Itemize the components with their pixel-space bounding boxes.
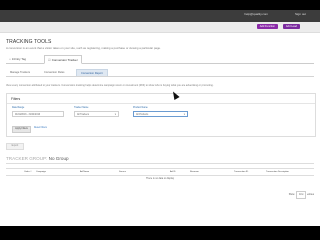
entries-label: entries	[307, 194, 314, 196]
product-name-value: All Products	[136, 114, 149, 116]
signout-link[interactable]: Sign out	[295, 12, 306, 16]
checkbox-icon: ☑	[48, 58, 51, 62]
divider	[7, 103, 315, 104]
tracker-name-select[interactable]: All Trackers ▾	[74, 111, 119, 117]
column-header-transaction-id[interactable]: Transaction ID	[234, 169, 248, 175]
tracker-name-label: Tracker Name	[74, 107, 89, 109]
apply-filters-button[interactable]: Apply Filters	[12, 126, 31, 133]
sub-tabs: Manage Trackers Conversion Rules Convers…	[6, 69, 314, 77]
report-title-value: No Group	[48, 156, 69, 161]
table-header: Order # Campaign Ad Name Source Ad ID Re…	[6, 168, 314, 176]
page-size-control: Show 10 ▾ entries	[288, 191, 314, 199]
report-title: TRACKER GROUP: No Group	[6, 156, 69, 161]
tag-icon: ⌂	[9, 57, 11, 61]
page-size-value: 10	[299, 194, 302, 196]
tab-conversion-report[interactable]: Conversion Report	[76, 69, 108, 76]
show-label: Show	[288, 194, 295, 196]
date-range-value: 01/04/2016 - 31/04/2016	[15, 114, 41, 116]
tab-conversion-tracker[interactable]: ☑Conversion Tracker	[44, 55, 82, 64]
chevron-down-icon: ▾	[183, 113, 185, 116]
user-email[interactable]: help@quality.com	[244, 12, 268, 16]
tab-manage-trackers[interactable]: Manage Trackers	[6, 69, 34, 76]
tab-label: Conversion Tracker	[51, 58, 78, 62]
column-header-transaction-description[interactable]: Transaction Description	[266, 169, 289, 175]
bottom-letterbox	[0, 226, 320, 240]
filters-title: Filters	[11, 97, 21, 101]
add-lead-button[interactable]: Add Lead	[282, 24, 300, 29]
divider	[6, 163, 314, 164]
chevron-down-icon: ▾	[114, 113, 116, 116]
main-tabs: ⌂Infinity Tag ☑Conversion Tracker	[6, 55, 314, 64]
add-function-button[interactable]: Add Function	[256, 24, 278, 29]
action-bar: Add Function Add Lead	[0, 22, 320, 33]
tab-infinity-tag[interactable]: ⌂Infinity Tag	[6, 55, 29, 63]
page-description: A conversion is an event that a visitor …	[6, 46, 161, 50]
filters-panel: Filters Date Range 01/04/2016 - 31/04/20…	[6, 93, 316, 137]
report-title-prefix: TRACKER GROUP:	[6, 156, 48, 161]
tracker-name-value: All Trackers	[77, 114, 89, 116]
page-title: TRACKING TOOLS	[6, 39, 52, 45]
product-name-select[interactable]: All Products ▾	[133, 111, 188, 117]
tab-conversion-rules[interactable]: Conversion Rules	[40, 69, 68, 76]
column-header-order[interactable]: Order #	[24, 169, 31, 175]
column-header-campaign[interactable]: Campaign	[36, 169, 46, 175]
top-bar: help@quality.com Sign out	[0, 10, 320, 22]
date-range-field[interactable]: 01/04/2016 - 31/04/2016	[12, 111, 64, 117]
column-header-source[interactable]: Source	[119, 169, 126, 175]
page-size-select[interactable]: 10 ▾	[296, 191, 307, 199]
tab-label: Infinity Tag	[11, 57, 27, 61]
column-header-ad-name[interactable]: Ad Name	[80, 169, 89, 175]
product-name-label: Product Name	[133, 107, 148, 109]
column-header-ad-id[interactable]: Ad ID	[170, 169, 175, 175]
export-button[interactable]: Export	[6, 143, 24, 150]
column-header-revenue[interactable]: Revenue	[190, 169, 199, 175]
reset-filters-link[interactable]: Reset Filters	[34, 126, 47, 131]
date-range-label: Date Range	[12, 107, 25, 109]
top-letterbox	[0, 0, 320, 10]
empty-table-message: There is no data to display	[145, 177, 175, 180]
info-notice: View every conversion attributed to your…	[6, 84, 214, 87]
